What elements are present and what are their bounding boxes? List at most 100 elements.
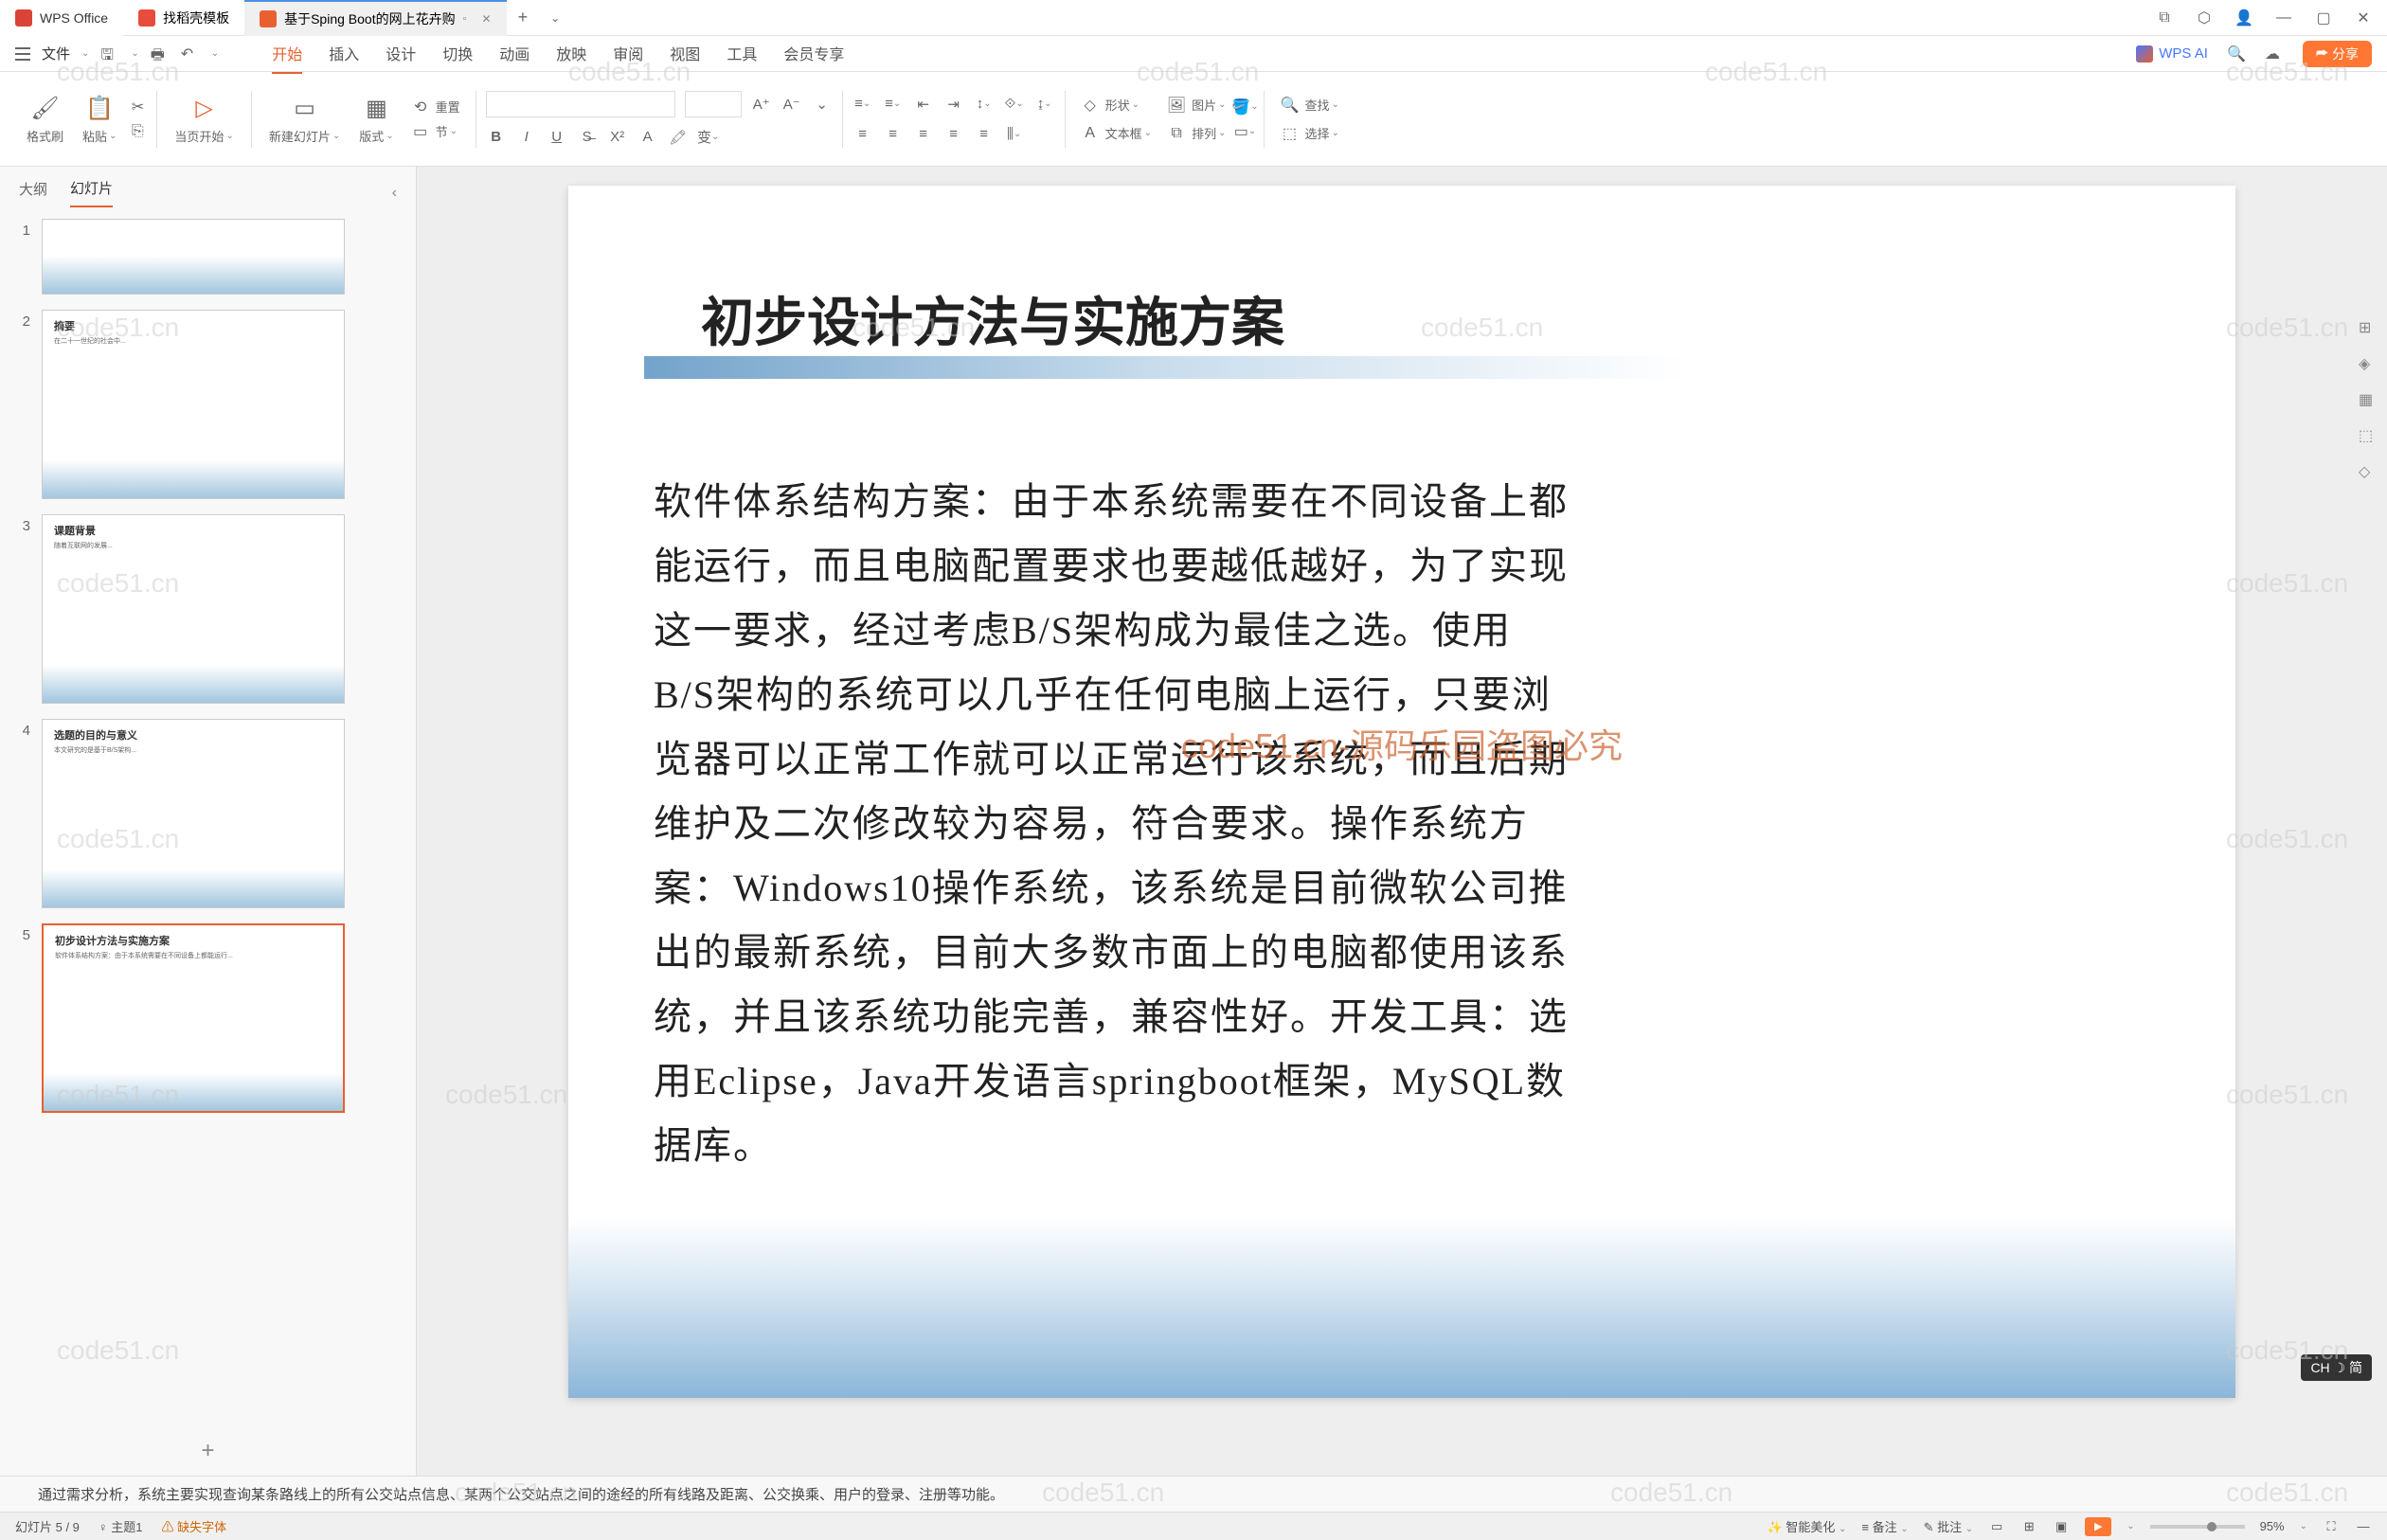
distribute-icon[interactable]: ≡: [974, 124, 995, 145]
align-center-icon[interactable]: ≡: [883, 124, 904, 145]
superscript-icon[interactable]: X²: [607, 127, 628, 148]
text-effect-icon[interactable]: 变⌄: [698, 127, 719, 148]
decrease-indent-icon[interactable]: ⇤: [913, 94, 934, 115]
tab-design[interactable]: 设计: [386, 34, 416, 74]
thumbnail-2[interactable]: 摘要 在二十一世纪的社会中...: [42, 310, 345, 499]
add-tab-button[interactable]: +: [507, 8, 540, 27]
close-tab-icon[interactable]: ✕: [482, 12, 492, 26]
copy-icon[interactable]: ⎘: [128, 122, 147, 141]
arrange-button[interactable]: ⧉ 排列⌄: [1161, 124, 1231, 143]
textbox-button[interactable]: A 文本框⌄: [1075, 124, 1158, 143]
undo-icon[interactable]: ↶: [181, 45, 200, 63]
section-button[interactable]: ▭ 节⌄: [405, 122, 466, 141]
missing-font-warning[interactable]: ⚠ 缺失字体: [162, 1517, 227, 1535]
format-painter-group[interactable]: 🖌 格式刷: [19, 93, 71, 145]
tab-view[interactable]: 视图: [670, 34, 700, 74]
tab-menu-icon[interactable]: ▫: [463, 13, 467, 25]
font-select[interactable]: [486, 91, 675, 117]
wps-ai-button[interactable]: WPS AI: [2136, 45, 2208, 63]
strikethrough-icon[interactable]: S̶: [577, 127, 598, 148]
maximize-icon[interactable]: ▢: [2315, 9, 2332, 27]
thumbnail-1[interactable]: [42, 219, 345, 295]
find-button[interactable]: 🔍 查找⌄: [1274, 96, 1344, 115]
save-icon[interactable]: 🖫: [100, 45, 119, 63]
notes-toggle[interactable]: ≡ 备注 ⌄: [1861, 1517, 1908, 1535]
numbering-icon[interactable]: ≡⌄: [883, 94, 904, 115]
app-tab[interactable]: WPS Office: [0, 0, 123, 36]
collapse-panel-icon[interactable]: ‹: [392, 185, 397, 202]
ime-indicator[interactable]: CH ☽ 简: [2301, 1354, 2372, 1381]
columns-icon[interactable]: ⫼⌄: [1004, 124, 1025, 145]
comments-toggle[interactable]: ✎ 批注 ⌄: [1924, 1517, 1974, 1535]
print-icon[interactable]: 🖶: [151, 45, 170, 63]
minimize-ribbon-icon[interactable]: —: [2355, 1518, 2372, 1535]
cut-icon[interactable]: ✂: [128, 98, 147, 116]
slideshow-dropdown[interactable]: ⌄: [2127, 1521, 2134, 1531]
rt-icon-2[interactable]: ◈: [2359, 354, 2379, 375]
avatar-icon[interactable]: 👤: [2235, 9, 2252, 27]
layout-group[interactable]: ▦ 版式⌄: [351, 93, 401, 145]
align-text-icon[interactable]: ↨⌄: [1034, 94, 1055, 115]
outline-tab[interactable]: 大纲: [19, 179, 47, 206]
thumbnail-5[interactable]: 初步设计方法与实施方案 软件体系结构方案：由于本系统需要在不同设备上都能运行..…: [42, 923, 345, 1113]
line-spacing-icon[interactable]: ↕⌄: [974, 94, 995, 115]
add-slide-button[interactable]: +: [0, 1426, 416, 1476]
notes-bar[interactable]: 通过需求分析，系统主要实现查询某条路线上的所有公交站点信息、某两个公交站点之间的…: [0, 1476, 2387, 1512]
window-multi-icon[interactable]: ⧉: [2156, 9, 2173, 27]
thumbnail-4[interactable]: 选题的目的与意义 本文研究的是基于B/S架构...: [42, 719, 345, 908]
docer-tab[interactable]: 找稻壳模板: [123, 0, 244, 36]
sorter-view-icon[interactable]: ⊞: [2020, 1518, 2037, 1535]
close-window-icon[interactable]: ✕: [2355, 9, 2372, 27]
slide-canvas[interactable]: 初步设计方法与实施方案 软件体系结构方案：由于本系统需要在不同设备上都能运行，而…: [568, 186, 2235, 1398]
highlight-icon[interactable]: 🖍: [668, 127, 689, 148]
tab-insert[interactable]: 插入: [329, 34, 359, 74]
tab-slideshow[interactable]: 放映: [556, 34, 586, 74]
tab-start[interactable]: 开始: [272, 34, 302, 74]
shape-button[interactable]: ◇ 形状⌄: [1075, 96, 1158, 115]
theme-indicator[interactable]: ♀ 主题1: [99, 1517, 143, 1535]
zoom-level[interactable]: 95%: [2260, 1519, 2285, 1533]
document-tab[interactable]: 基于Sping Boot的网上花卉购 ▫ ✕: [244, 0, 506, 36]
zoom-slider[interactable]: [2150, 1525, 2245, 1529]
align-right-icon[interactable]: ≡: [913, 124, 934, 145]
increase-indent-icon[interactable]: ⇥: [943, 94, 964, 115]
underline-icon[interactable]: U: [547, 127, 567, 148]
tab-transition[interactable]: 切换: [442, 34, 473, 74]
minimize-icon[interactable]: —: [2275, 9, 2292, 27]
cloud-icon[interactable]: ☁: [2265, 45, 2284, 63]
clear-format-icon[interactable]: ⌄: [812, 94, 833, 115]
reading-view-icon[interactable]: ▣: [2053, 1518, 2070, 1535]
rt-icon-1[interactable]: ⊞: [2359, 318, 2379, 339]
thumbnail-3[interactable]: 课题背景 随着互联网的发展...: [42, 514, 345, 704]
rt-icon-3[interactable]: ▦: [2359, 390, 2379, 411]
font-color-icon[interactable]: A: [637, 127, 658, 148]
slideshow-button[interactable]: ▶: [2085, 1517, 2111, 1536]
file-menu[interactable]: 文件: [42, 44, 70, 63]
tab-dropdown-icon[interactable]: ⌄: [539, 11, 571, 25]
font-size-select[interactable]: [685, 91, 742, 117]
align-justify-icon[interactable]: ≡: [943, 124, 964, 145]
align-left-icon[interactable]: ≡: [852, 124, 873, 145]
italic-icon[interactable]: I: [516, 127, 537, 148]
new-slide-group[interactable]: ▭ 新建幻灯片⌄: [261, 93, 348, 145]
tab-member[interactable]: 会员专享: [783, 34, 844, 74]
fill-icon[interactable]: 🪣⌄: [1235, 98, 1254, 116]
hamburger-icon[interactable]: [15, 47, 30, 61]
bold-icon[interactable]: B: [486, 127, 507, 148]
from-current-group[interactable]: ▷ 当页开始⌄: [167, 93, 241, 145]
outline-icon[interactable]: ▭⌄: [1235, 122, 1254, 141]
tab-tools[interactable]: 工具: [727, 34, 757, 74]
picture-button[interactable]: 🖼 图片⌄: [1161, 96, 1231, 115]
tab-animation[interactable]: 动画: [499, 34, 529, 74]
decrease-font-icon[interactable]: A⁻: [781, 94, 802, 115]
cube-icon[interactable]: ⬡: [2196, 9, 2213, 27]
text-direction-icon[interactable]: ⟐⌄: [1004, 94, 1025, 115]
increase-font-icon[interactable]: A⁺: [751, 94, 772, 115]
rt-icon-4[interactable]: ⬚: [2359, 426, 2379, 447]
search-icon[interactable]: 🔍: [2227, 45, 2246, 63]
paste-group[interactable]: 📋 粘贴⌄: [75, 93, 124, 145]
bullets-icon[interactable]: ≡⌄: [852, 94, 873, 115]
share-button[interactable]: ⮫ 分享: [2303, 41, 2372, 67]
reset-button[interactable]: ⟲ 重置: [405, 98, 466, 116]
rt-icon-5[interactable]: ◇: [2359, 462, 2379, 483]
